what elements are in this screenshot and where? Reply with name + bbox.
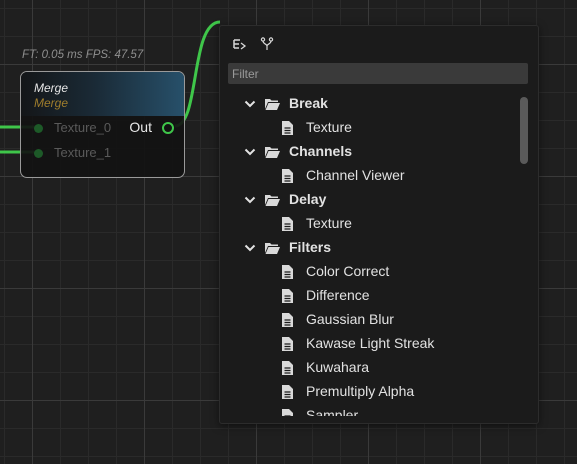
fork-icon [260, 37, 274, 50]
file-icon [282, 361, 293, 375]
tree-category[interactable]: Delay [220, 188, 520, 212]
file-icon [282, 409, 293, 416]
output-pin-label: Out [129, 119, 152, 135]
scrollbar-thumb[interactable] [520, 97, 528, 164]
fork-button[interactable] [258, 35, 276, 53]
collapse-tree-icon [233, 39, 247, 50]
input-pin-label-1: Texture_1 [54, 145, 112, 160]
tree-item[interactable]: Difference [220, 284, 520, 308]
input-pin-1[interactable] [34, 149, 43, 158]
tree-item-label: Premultiply Alpha [306, 383, 415, 399]
tree-category[interactable]: Channels [220, 140, 520, 164]
input-pin-label-0: Texture_0 [54, 120, 112, 135]
tree-category[interactable]: Filters [220, 236, 520, 260]
merge-node[interactable]: Merge Merge Texture_0 Out Texture_1 [20, 71, 185, 178]
file-icon [282, 217, 293, 231]
chevron-down-icon[interactable] [244, 242, 256, 254]
node-picker-popup: Break Texture Channels Channel Viewer Delay T… [219, 25, 539, 424]
node-title: Merge [34, 81, 69, 95]
tree-item-label: Channel Viewer [306, 167, 405, 183]
file-icon [282, 121, 293, 135]
tree-item-label: Color Correct [306, 263, 390, 279]
tree-category-label: Channels [289, 143, 353, 159]
tree-item[interactable]: Sampler [220, 404, 520, 416]
folder-open-icon [265, 195, 280, 206]
tree-item[interactable]: Texture [220, 116, 520, 140]
tree-category-label: Break [289, 95, 328, 111]
collapse-tree-button[interactable] [230, 35, 248, 53]
file-icon [282, 385, 293, 399]
tree-item-label: Difference [306, 287, 370, 303]
tree-item-label: Gaussian Blur [306, 311, 394, 327]
tree-item-label: Texture [306, 215, 352, 231]
node-tree: Break Texture Channels Channel Viewer Delay T… [220, 92, 520, 416]
tree-item[interactable]: Premultiply Alpha [220, 380, 520, 404]
input-pin-row-1: Texture_1 [21, 143, 184, 163]
tree-item-label: Kuwahara [306, 359, 370, 375]
tree-item[interactable]: Color Correct [220, 260, 520, 284]
output-pin[interactable] [162, 122, 174, 134]
chevron-down-icon[interactable] [244, 146, 256, 158]
node-header[interactable]: Merge Merge [21, 72, 184, 116]
tree-item[interactable]: Channel Viewer [220, 164, 520, 188]
file-icon [282, 265, 293, 279]
tree-item-label: Texture [306, 119, 352, 135]
node-subtitle: Merge [34, 96, 69, 110]
tree-category-label: Delay [289, 191, 327, 207]
folder-open-icon [265, 99, 280, 110]
tree-category-label: Filters [289, 239, 332, 255]
chevron-down-icon[interactable] [244, 194, 256, 206]
input-pin-0[interactable] [34, 124, 43, 133]
file-icon [282, 313, 293, 327]
tree-category[interactable]: Break [220, 92, 520, 116]
file-icon [282, 289, 293, 303]
tree-item[interactable]: Kuwahara [220, 356, 520, 380]
chevron-down-icon[interactable] [244, 98, 256, 110]
folder-open-icon [265, 243, 280, 254]
tree-item[interactable]: Gaussian Blur [220, 308, 520, 332]
tree-item-label: Kawase Light Streak [306, 335, 435, 351]
filter-input[interactable] [228, 63, 528, 84]
tree-item[interactable]: Kawase Light Streak [220, 332, 520, 356]
frame-stats: FT: 0.05 ms FPS: 47.57 [22, 49, 144, 61]
folder-open-icon [265, 147, 280, 158]
tree-item[interactable]: Texture [220, 212, 520, 236]
file-icon [282, 169, 293, 183]
tree-item-label: Sampler [306, 407, 359, 416]
file-icon [282, 337, 293, 351]
input-pin-row-0: Texture_0 Out [21, 118, 184, 138]
